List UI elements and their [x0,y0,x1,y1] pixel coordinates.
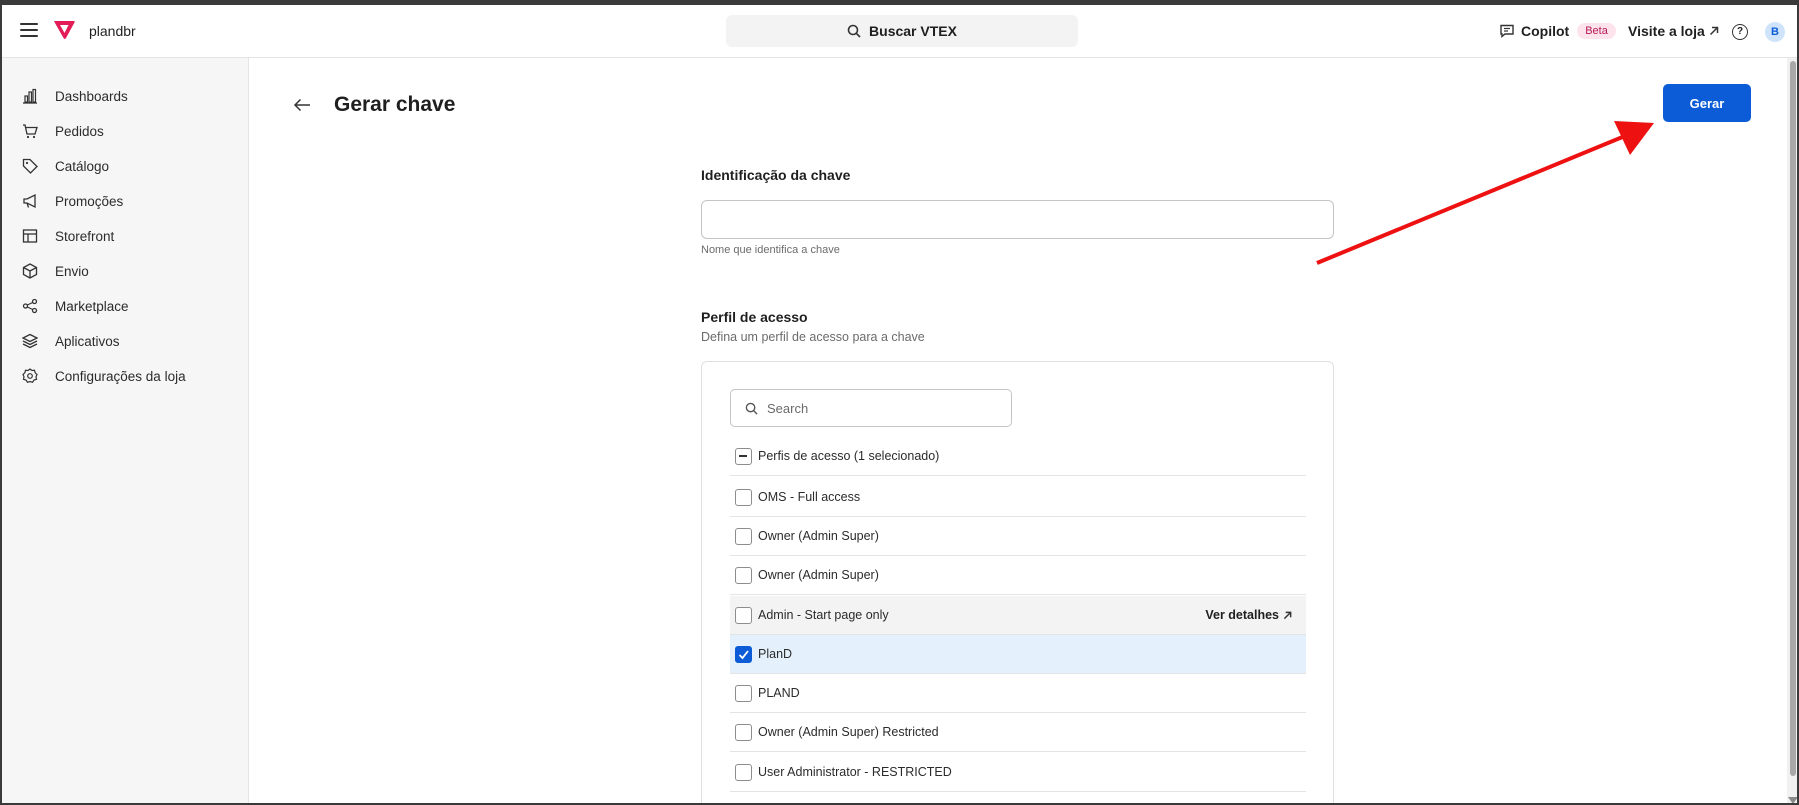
profile-checkbox[interactable] [735,606,752,624]
external-link-icon [1709,26,1719,36]
list-item[interactable]: Owner (Admin Super) [730,517,1306,556]
vtex-logo-icon[interactable] [52,19,76,41]
sidebar-item-configuracoes[interactable]: Configurações da loja [2,360,248,392]
menu-icon[interactable] [20,23,38,37]
help-icon[interactable]: ? [1732,24,1748,40]
sidebar: Dashboards Pedidos Catálogo Promoções St… [2,58,249,803]
profile-checkbox[interactable] [735,723,752,741]
back-arrow-icon[interactable] [293,98,311,112]
search-icon [745,402,758,415]
sidebar-item-storefront[interactable]: Storefront [2,220,248,252]
list-item[interactable]: PlanD [730,635,1306,674]
profile-checkbox[interactable] [735,488,752,506]
key-name-label: Identificação da chave [701,167,851,183]
profile-label: Owner (Admin Super) [758,568,879,582]
layout-icon [22,229,38,243]
visit-store-label: Visite a loja [1628,23,1705,39]
list-item[interactable]: OMS - Full access [730,478,1306,517]
profile-checkbox[interactable] [735,684,752,702]
sidebar-item-aplicativos[interactable]: Aplicativos [2,325,248,357]
global-search-label: Buscar VTEX [869,23,957,39]
profile-checkbox[interactable] [735,645,752,663]
box-icon [22,263,38,279]
sidebar-item-promocoes[interactable]: Promoções [2,185,248,217]
copilot-button[interactable]: Copilot Beta [1499,23,1616,39]
sidebar-item-pedidos[interactable]: Pedidos [2,115,248,147]
sidebar-item-dashboards[interactable]: Dashboards [2,80,248,112]
account-name[interactable]: plandbr [89,23,136,39]
sidebar-item-envio[interactable]: Envio [2,255,248,287]
layers-icon [22,333,38,349]
search-icon [847,24,861,38]
visit-store-link[interactable]: Visite a loja [1628,23,1719,39]
sidebar-item-label: Dashboards [55,88,128,104]
browser-frame: plandbr Buscar VTEX Copilot Beta Visite … [0,0,1799,805]
access-profile-subtitle: Defina um perfil de acesso para a chave [701,330,925,344]
profile-label: User Administrator - RESTRICTED [758,765,952,779]
sidebar-item-label: Storefront [55,228,115,244]
profile-label: Admin - Start page only [758,608,889,622]
select-all-checkbox[interactable] [735,447,752,465]
search-placeholder: Search [767,400,809,416]
main-content: Gerar chave Gerar Identificação da chave… [249,58,1789,803]
profile-label: Owner (Admin Super) Restricted [758,725,939,739]
gear-icon [22,368,38,384]
sidebar-item-label: Marketplace [55,298,129,314]
scroll-down-arrow-icon[interactable] [1788,797,1797,803]
bar-chart-icon [23,88,37,104]
check-icon [738,649,749,659]
global-search[interactable]: Buscar VTEX [726,15,1078,47]
generate-button[interactable]: Gerar [1663,84,1751,122]
profile-checkbox[interactable] [735,763,752,781]
key-name-input[interactable] [701,200,1334,239]
scrollbar-thumb[interactable] [1790,61,1796,776]
profile-list-header[interactable]: Perfis de acesso (1 selecionado) [730,437,1306,476]
sidebar-item-catalogo[interactable]: Catálogo [2,150,248,182]
avatar[interactable]: B [1765,22,1785,42]
sidebar-item-label: Catálogo [55,158,110,174]
list-item[interactable]: Owner (Admin Super) Restricted [730,713,1306,752]
share-icon [22,298,38,314]
profile-label: OMS - Full access [758,490,861,504]
copilot-label: Copilot [1521,23,1570,39]
access-profile-card: Search Perfis de acesso (1 selecionado) … [701,361,1334,803]
chat-icon [1500,24,1514,38]
profile-checkbox[interactable] [735,527,752,545]
profile-checkbox[interactable] [735,566,752,584]
view-details-link[interactable]: Ver detalhes [1205,608,1292,622]
list-item[interactable]: User Administrator - RESTRICTED [730,753,1306,792]
sidebar-item-marketplace[interactable]: Marketplace [2,290,248,322]
list-item[interactable]: PLAND [730,674,1306,713]
sidebar-item-label: Configurações da loja [55,368,186,384]
profile-label: PlanD [758,647,793,661]
megaphone-icon [23,193,36,209]
sidebar-item-label: Envio [55,263,89,279]
profile-label: Owner (Admin Super) [758,529,879,543]
external-link-icon [1283,611,1292,619]
profile-search-input[interactable]: Search [730,389,1012,427]
access-profile-title: Perfil de acesso [701,309,808,325]
cart-icon [23,124,38,139]
list-item[interactable]: Admin - Start page only Ver detalhes [730,596,1306,635]
view-details-label: Ver detalhes [1205,608,1279,622]
list-item[interactable]: Owner (Admin Super) [730,556,1306,595]
list-header-label: Perfis de acesso (1 selecionado) [758,449,940,463]
page-scrollbar[interactable] [1787,58,1797,803]
sidebar-item-label: Pedidos [55,123,104,139]
page-title: Gerar chave [334,93,456,116]
profile-label: PLAND [758,686,800,700]
sidebar-item-label: Aplicativos [55,333,120,349]
tag-icon [22,158,38,174]
top-bar: plandbr Buscar VTEX Copilot Beta Visite … [2,5,1797,58]
key-name-helper: Nome que identifica a chave [701,244,840,256]
sidebar-item-label: Promoções [55,193,124,209]
beta-badge: Beta [1577,23,1616,39]
